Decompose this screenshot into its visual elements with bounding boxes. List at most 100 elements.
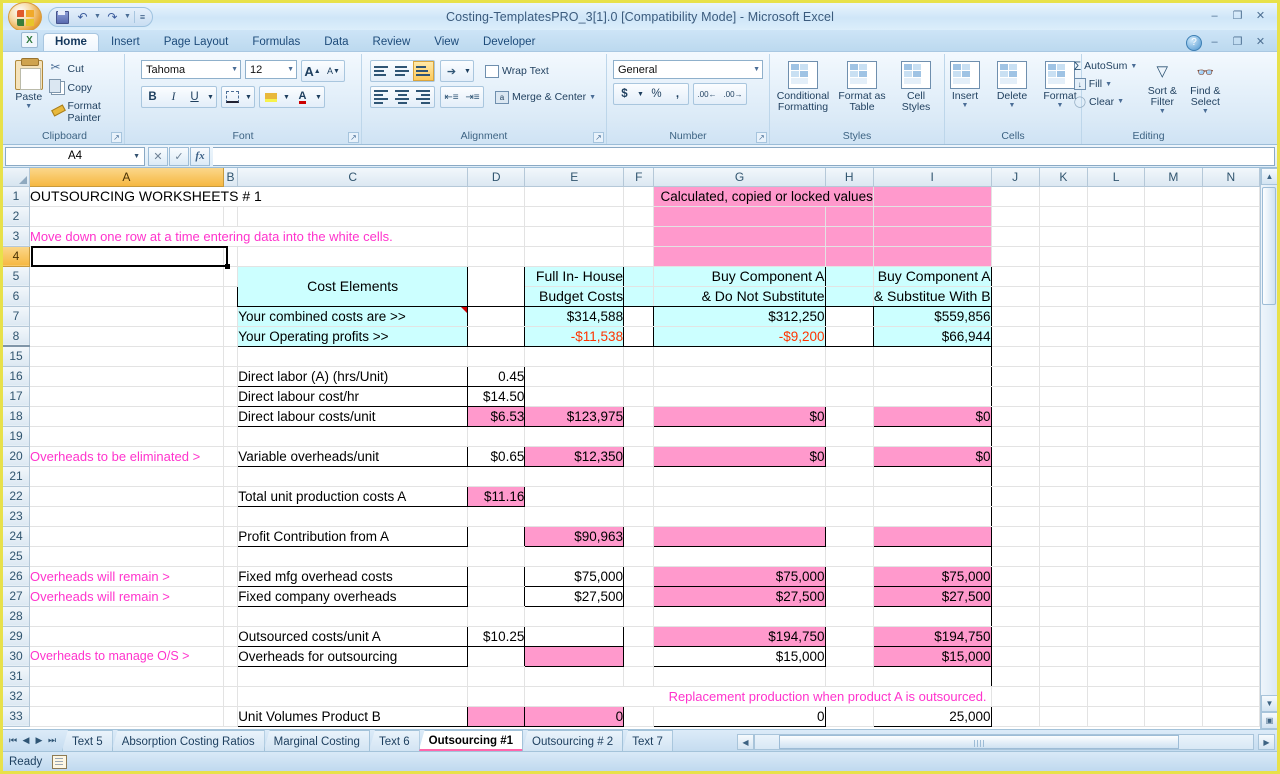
cell-n8[interactable] [1202,326,1259,346]
cell-g22[interactable] [654,486,825,506]
cell-e25[interactable] [525,546,624,566]
cell-c20-variable-oh-label[interactable]: Variable overheads/unit [238,446,468,466]
cell-l33[interactable] [1087,706,1144,726]
cell-d26[interactable] [468,566,525,586]
currency-button[interactable]: $ [614,84,635,104]
cell-h22[interactable] [825,486,873,506]
hscroll-left-icon[interactable]: ◀ [737,734,754,750]
name-box[interactable]: A4 ▼ [5,147,145,166]
cell-k19[interactable] [1039,426,1087,446]
cell-b6[interactable] [223,286,237,306]
borders-icon[interactable] [222,87,243,107]
cell-n28[interactable] [1202,606,1259,626]
cell-g27-fixed-company[interactable]: $27,500 [654,586,825,606]
cell-j16[interactable] [991,366,1039,386]
cell-c8-operating-profits-label[interactable]: Your Operating profits >> [238,326,468,346]
cell-j22[interactable] [991,486,1039,506]
row-header-15[interactable]: 15 [3,346,29,366]
customize-qat-icon[interactable]: ≡ [138,12,147,22]
cell-e32-replacement-note[interactable]: Replacement production when product A is… [525,686,991,706]
clear-button[interactable]: ◯ Clear ▼ [1072,94,1140,109]
last-sheet-icon[interactable]: ⏭ [46,735,58,746]
horizontal-scroll-thumb[interactable] [779,735,1179,749]
cell-m3[interactable] [1145,226,1202,246]
cell-d30[interactable] [468,646,525,666]
fill-handle[interactable] [225,264,230,269]
sheet-tab-text-5[interactable]: Text 5 [62,730,113,751]
cell-n24[interactable] [1202,526,1259,546]
cell-a32[interactable] [29,686,223,706]
cell-b26[interactable] [223,566,237,586]
clipboard-dialog-launcher-icon[interactable]: ↗ [111,132,122,143]
ribbon-restore-button[interactable]: ❐ [1227,34,1248,51]
cell-b21[interactable] [223,466,237,486]
cell-g1-legend[interactable]: Calculated, copied or locked values [654,186,873,206]
cell-f26[interactable] [624,566,654,586]
cell-a23[interactable] [29,506,223,526]
cell-f17[interactable] [624,386,654,406]
cell-g16[interactable] [654,366,825,386]
cell-n22[interactable] [1202,486,1259,506]
cell-h29[interactable] [825,626,873,646]
align-bottom-button[interactable] [413,61,434,81]
row-header-19[interactable]: 19 [3,426,29,446]
cell-j6[interactable] [991,286,1039,306]
cell-f33[interactable] [624,706,654,726]
cell-f29[interactable] [624,626,654,646]
cell-h26[interactable] [825,566,873,586]
sheet-tab-outsourcing-2[interactable]: Outsourcing # 2 [522,730,623,751]
row-header-31[interactable]: 31 [3,666,29,686]
borders-chevron-down-icon[interactable]: ▼ [243,87,254,107]
office-button[interactable] [8,2,42,32]
fill-button[interactable]: ↓ Fill ▼ [1072,77,1140,91]
cell-f5[interactable] [624,266,654,286]
cell-n33[interactable] [1202,706,1259,726]
orientation-icon[interactable]: ➔ [441,61,462,81]
sheet-tab-text-6[interactable]: Text 6 [369,730,420,751]
record-macro-icon[interactable] [52,755,67,769]
sheet-tab-text-7[interactable]: Text 7 [622,730,673,751]
cell-c27-fixed-company-label[interactable]: Fixed company overheads [238,586,468,606]
next-sheet-icon[interactable]: ▶ [33,735,45,746]
cell-h16[interactable] [825,366,873,386]
cell-m7[interactable] [1145,306,1202,326]
cell-k5[interactable] [1039,266,1087,286]
cell-n16[interactable] [1202,366,1259,386]
cell-h3[interactable] [825,226,873,246]
cell-n23[interactable] [1202,506,1259,526]
cell-c4[interactable] [238,246,468,266]
cell-b8[interactable] [223,326,237,346]
cell-i21[interactable] [873,466,991,486]
close-button[interactable]: ✕ [1250,8,1271,25]
cell-k8[interactable] [1039,326,1087,346]
cell-a17[interactable] [29,386,223,406]
cell-n31[interactable] [1202,666,1259,686]
cell-h19[interactable] [825,426,873,446]
cell-i8-operating-profits[interactable]: $66,944 [873,326,991,346]
cell-b28[interactable] [223,606,237,626]
cell-f22[interactable] [624,486,654,506]
cell-c16-direct-labor-hrs-label[interactable]: Direct labor (A) (hrs/Unit) [238,366,468,386]
cell-j24[interactable] [991,526,1039,546]
cell-c25[interactable] [238,546,468,566]
column-header-a[interactable]: A [29,168,223,186]
cell-b33[interactable] [223,706,237,726]
cell-j3[interactable] [991,226,1039,246]
cell-c32[interactable] [238,686,468,706]
cell-f16[interactable] [624,366,654,386]
cell-n15[interactable] [1202,346,1259,366]
cell-h17[interactable] [825,386,873,406]
cell-g2[interactable] [654,206,825,226]
copy-button[interactable]: Copy [49,80,120,96]
increase-decimal-button[interactable]: .00← [694,84,720,104]
cell-g26-fixed-mfg[interactable]: $75,000 [654,566,825,586]
cell-b25[interactable] [223,546,237,566]
cell-c26-fixed-mfg-label[interactable]: Fixed mfg overhead costs [238,566,468,586]
cell-j15[interactable] [991,346,1039,366]
tab-home[interactable]: Home [43,33,99,51]
cell-f23[interactable] [624,506,654,526]
cell-b15[interactable] [223,346,237,366]
cell-f20[interactable] [624,446,654,466]
row-header-21[interactable]: 21 [3,466,29,486]
cell-d4[interactable] [468,246,525,266]
